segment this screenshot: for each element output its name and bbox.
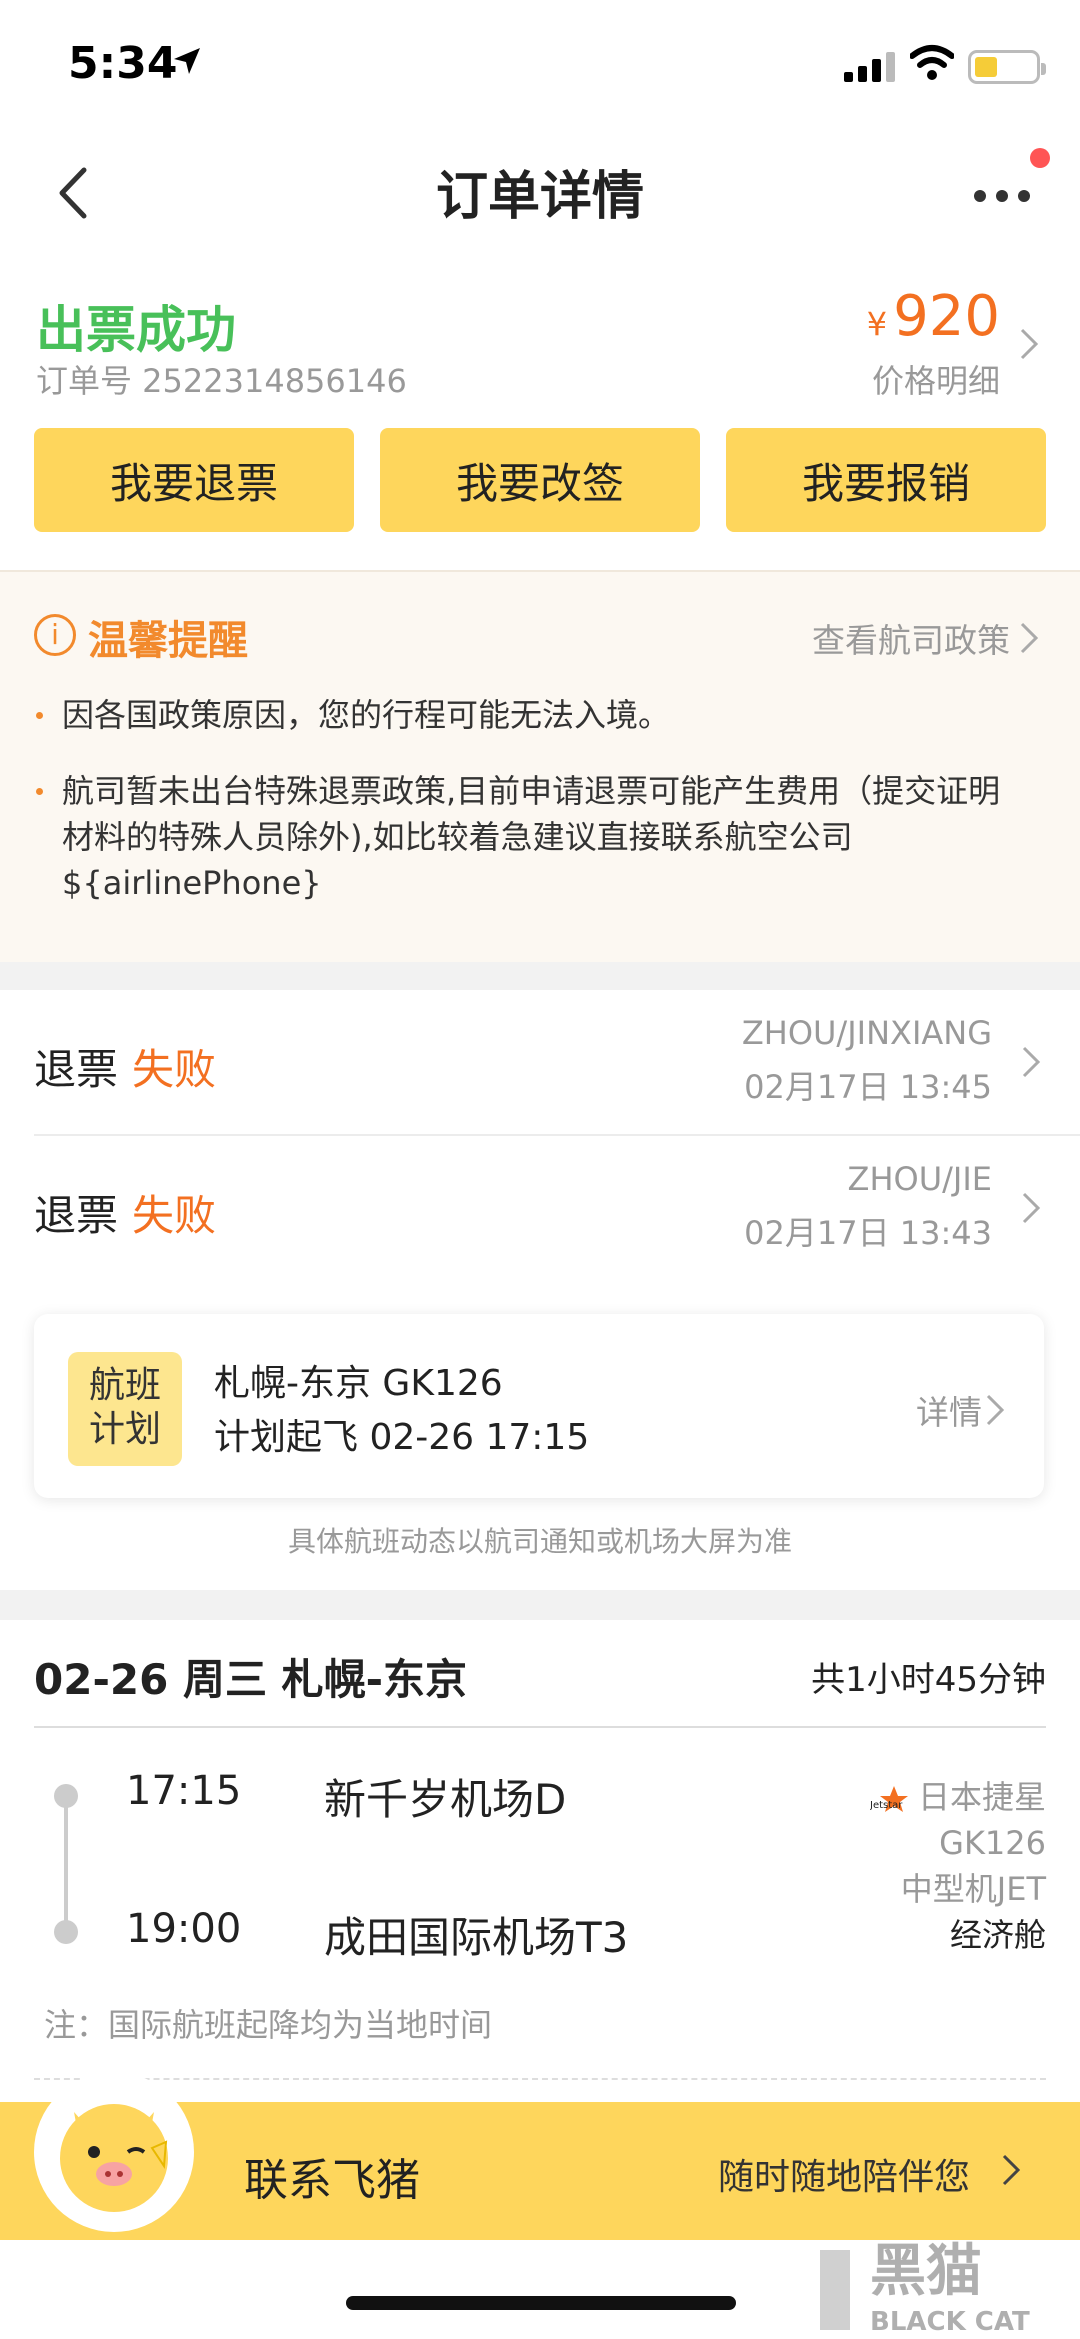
flight-plan-card[interactable]: 航班 计划 札幌-东京 GK126 计划起飞 02-26 17:15 详情 xyxy=(34,1314,1044,1498)
airline-name: 日本捷星 xyxy=(917,1778,1046,1816)
cellular-signal-icon xyxy=(844,52,895,82)
order-price[interactable]: ¥920 xyxy=(867,284,1000,349)
section-divider xyxy=(0,962,1080,990)
page-title: 订单详情 xyxy=(435,167,644,227)
order-detail-page: 5:34 订单详情 出票成功 订单号 2522314856146 ¥920 价格… xyxy=(0,0,1080,2339)
black-cat-watermark-logo: 黑猫 BLACK CAT xyxy=(820,2239,1030,2337)
planned-departure: 计划起飞 02-26 17:15 xyxy=(214,1417,590,1458)
notification-dot xyxy=(1030,148,1050,168)
cabin-class: 经济舱 xyxy=(949,1916,1046,1954)
refund-status: 失败 xyxy=(132,1045,217,1094)
reminder-section: i 温馨提醒 查看航司政策 因各国政策原因，您的行程可能无法入境。 航司暂未出台… xyxy=(0,570,1080,962)
passenger-name: ZHOU/JINXIANG xyxy=(741,1014,992,1052)
header-divider xyxy=(34,1726,1046,1728)
reimbursement-button[interactable]: 我要报销 xyxy=(726,428,1046,532)
passenger-name: ZHOU/JIE xyxy=(847,1160,992,1198)
timeline-line xyxy=(64,1804,68,1930)
contact-fliggy-bar[interactable]: 联系飞猪 随时随地陪伴您 xyxy=(0,2072,1080,2240)
location-arrow-icon xyxy=(174,48,200,74)
arrival-time: 19:00 xyxy=(126,1906,242,1952)
svg-text:Jetstar: Jetstar xyxy=(870,1800,903,1811)
refund-datetime: 02月17日 13:45 xyxy=(744,1068,992,1106)
timeline-dot xyxy=(54,1920,78,1944)
dashed-divider xyxy=(34,2078,1046,2080)
flight-duration: 共1小时45分钟 xyxy=(811,1660,1046,1700)
svg-text:黑猫: 黑猫 xyxy=(870,2239,982,2304)
more-options-icon[interactable] xyxy=(972,184,1032,208)
refund-label: 退票 失败 xyxy=(34,1045,217,1094)
battery-icon xyxy=(968,50,1046,84)
svg-text:BLACK CAT: BLACK CAT xyxy=(870,2307,1030,2337)
local-time-note: 注：国际航班起降均为当地时间 xyxy=(44,2006,493,2044)
airline-policy-link[interactable]: 查看航司政策 xyxy=(812,614,1010,662)
chevron-right-icon xyxy=(1022,1046,1041,1078)
order-number: 订单号 2522314856146 xyxy=(36,362,407,400)
nav-bar: 订单详情 xyxy=(0,132,1080,252)
bullet-dot xyxy=(36,788,43,795)
reminder-item: 航司暂未出台特殊退票政策,目前申请退票可能产生费用（提交证明材料的特殊人员除外)… xyxy=(36,768,1022,906)
bullet-dot xyxy=(36,712,43,719)
chevron-right-icon xyxy=(1002,2154,1021,2186)
contact-label: 联系飞猪 xyxy=(244,2155,420,2206)
jetstar-logo-icon: Jetstar xyxy=(870,1786,908,1812)
reminder-item: 因各国政策原因，您的行程可能无法入境。 xyxy=(36,692,1022,738)
arrival-airport: 成田国际机场T3 xyxy=(324,1913,629,1962)
flight-number: GK126 xyxy=(939,1824,1046,1862)
flight-plan-badge: 航班 计划 xyxy=(68,1352,182,1466)
refund-button[interactable]: 我要退票 xyxy=(34,428,354,532)
flight-detail-link[interactable]: 详情 xyxy=(916,1386,982,1434)
status-time: 5:34 xyxy=(68,38,178,89)
chevron-right-icon xyxy=(1022,1192,1041,1224)
airline-name-line: Jetstar 日本捷星 xyxy=(870,1774,1046,1820)
departure-time: 17:15 xyxy=(126,1768,242,1814)
fliggy-mascot-avatar xyxy=(34,2072,194,2232)
contact-slogan: 随时随地陪伴您 xyxy=(717,2157,970,2198)
info-icon: i xyxy=(34,614,76,656)
flight-status-note: 具体航班动态以航司通知或机场大屏为准 xyxy=(287,1525,792,1558)
aircraft-type: 中型机JET xyxy=(900,1870,1046,1908)
flight-route: 札幌-东京 GK126 xyxy=(214,1363,503,1404)
airline-info: Jetstar 日本捷星 GK126 中型机JET 经济舱 xyxy=(870,1774,1046,1958)
home-indicator xyxy=(346,2296,736,2310)
chevron-right-icon xyxy=(1020,328,1039,360)
price-value: 920 xyxy=(893,284,1000,349)
itinerary-header: 02-26 周三 札幌-东京 xyxy=(34,1655,468,1704)
change-ticket-button[interactable]: 我要改签 xyxy=(380,428,700,532)
order-status: 出票成功 xyxy=(36,301,236,359)
action-buttons: 我要退票 我要改签 我要报销 xyxy=(34,428,1046,532)
refund-record-row[interactable]: 退票 失败 ZHOU/JIE 02月17日 13:43 xyxy=(0,1136,1080,1280)
price-detail-link[interactable]: 价格明细 xyxy=(872,356,1000,402)
reminder-title: 温馨提醒 xyxy=(88,618,248,664)
wifi-icon xyxy=(910,45,954,80)
refund-label: 退票 失败 xyxy=(34,1191,217,1240)
refund-datetime: 02月17日 13:43 xyxy=(744,1214,992,1252)
section-divider xyxy=(0,1590,1080,1620)
chevron-right-icon xyxy=(1020,622,1039,654)
status-bar: 5:34 xyxy=(0,0,1080,132)
chevron-right-icon xyxy=(986,1394,1005,1426)
refund-record-row[interactable]: 退票 失败 ZHOU/JINXIANG 02月17日 13:45 xyxy=(0,990,1080,1134)
currency-symbol: ¥ xyxy=(866,305,888,343)
refund-status: 失败 xyxy=(132,1191,217,1240)
departure-airport: 新千岁机场D xyxy=(324,1775,567,1824)
